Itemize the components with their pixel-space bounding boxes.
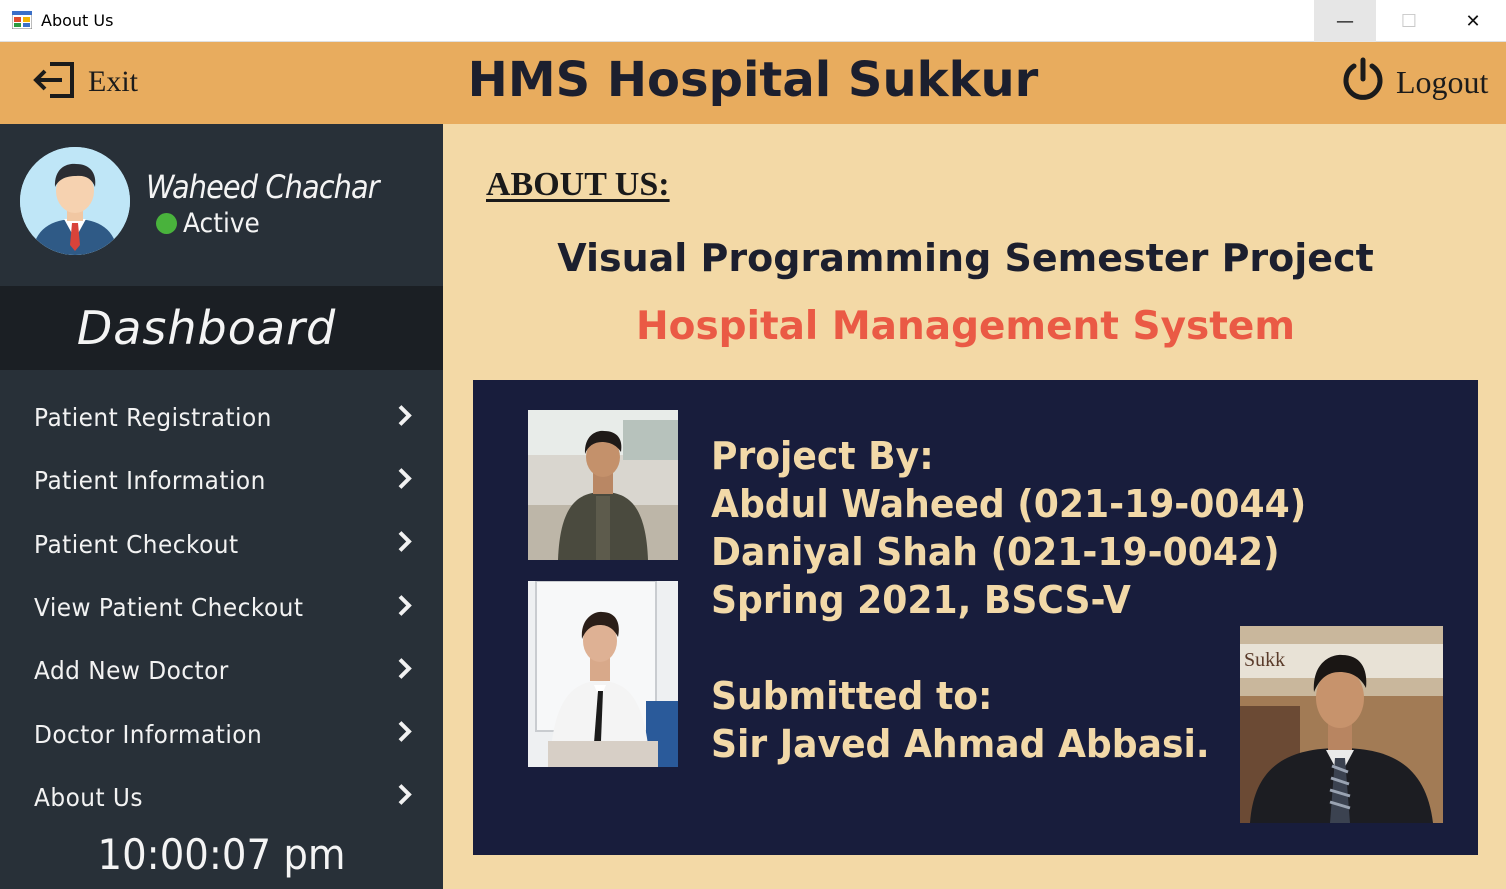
project-name: Hospital Management System: [636, 304, 1295, 349]
avatar: [20, 147, 130, 255]
credits-card: Project By: Abdul Waheed (021-19-0044) D…: [473, 380, 1478, 855]
project-subtitle: Visual Programming Semester Project: [557, 236, 1374, 280]
photo-sign-text: Sukk: [1244, 649, 1285, 671]
member-photo-2: [528, 581, 678, 767]
maximize-button[interactable]: ☐: [1378, 0, 1440, 42]
sidebar-item-doctor-information[interactable]: Doctor Information: [0, 702, 443, 765]
close-icon: ✕: [1465, 10, 1481, 32]
minimize-icon: —: [1336, 10, 1354, 32]
chevron-right-icon: [397, 720, 413, 749]
supervisor-photo: Sukk: [1240, 626, 1443, 823]
maximize-icon: ☐: [1400, 10, 1418, 32]
window-title: About Us: [41, 11, 114, 30]
chevron-right-icon: [397, 530, 413, 559]
status-dot-icon: [156, 213, 177, 234]
sidebar-item-label: Patient Information: [34, 466, 266, 496]
member-1: Abdul Waheed (021-19-0044): [711, 482, 1307, 526]
minimize-button[interactable]: —: [1314, 0, 1376, 42]
main-content: ABOUT US: Visual Programming Semester Pr…: [443, 124, 1506, 889]
sidebar-item-patient-information[interactable]: Patient Information: [0, 449, 443, 512]
sidebar-item-label: View Patient Checkout: [34, 593, 304, 623]
chevron-right-icon: [397, 593, 413, 622]
sidebar-item-label: Doctor Information: [34, 719, 263, 749]
window-titlebar: About Us — ☐ ✕: [0, 0, 1506, 42]
user-status: Active: [156, 208, 267, 239]
sidebar-item-label: Patient Registration: [34, 403, 272, 433]
dashboard-header: Dashboard: [0, 286, 443, 370]
sidebar-item-label: About Us: [34, 782, 143, 812]
chevron-right-icon: [397, 656, 413, 685]
sidebar-item-add-new-doctor[interactable]: Add New Doctor: [0, 639, 443, 702]
term: Spring 2021, BSCS-V: [711, 578, 1131, 622]
sidebar-nav: Patient Registration Patient Information…: [0, 386, 443, 829]
project-by-label: Project By:: [711, 434, 934, 478]
app-header: Exit HMS Hospital Sukkur Logout: [0, 42, 1506, 124]
logout-button[interactable]: Logout: [1340, 57, 1489, 108]
logout-label: Logout: [1396, 63, 1489, 100]
sidebar-item-label: Add New Doctor: [34, 656, 229, 686]
member-photo-1: [528, 410, 678, 560]
app-icon: [11, 10, 33, 30]
sidebar-item-view-patient-checkout[interactable]: View Patient Checkout: [0, 576, 443, 639]
supervisor: Sir Javed Ahmad Abbasi.: [711, 722, 1210, 766]
page-title: ABOUT US:: [486, 166, 670, 203]
dashboard-title: Dashboard: [76, 301, 337, 355]
submitted-to-label: Submitted to:: [711, 674, 993, 718]
app-title: HMS Hospital Sukkur: [467, 52, 1039, 108]
chevron-right-icon: [397, 783, 413, 812]
close-button[interactable]: ✕: [1442, 0, 1504, 42]
sidebar-item-patient-registration[interactable]: Patient Registration: [0, 386, 443, 449]
sidebar-item-label: Patient Checkout: [34, 529, 239, 559]
status-label: Active: [183, 208, 260, 239]
user-profile: Waheed Chachar Active: [0, 124, 443, 286]
sidebar: Waheed Chachar Active Dashboard Patient …: [0, 124, 443, 889]
member-2: Daniyal Shah (021-19-0042): [711, 530, 1280, 574]
clock: 10:00:07 pm: [97, 830, 346, 879]
power-icon: [1340, 57, 1386, 108]
sidebar-item-patient-checkout[interactable]: Patient Checkout: [0, 513, 443, 576]
user-name: Waheed Chachar: [146, 168, 380, 206]
chevron-right-icon: [397, 466, 413, 495]
chevron-right-icon: [397, 403, 413, 432]
sidebar-item-about-us[interactable]: About Us: [0, 766, 443, 829]
